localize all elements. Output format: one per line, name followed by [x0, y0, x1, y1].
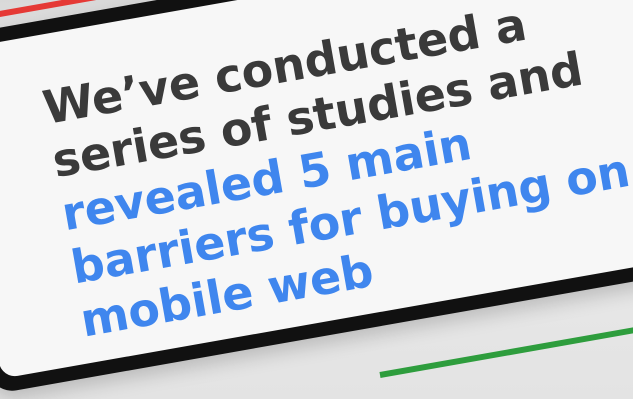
phone-frame: We’ve conducted a series of studies and …: [0, 0, 633, 395]
headline-message: We’ve conducted a series of studies and …: [39, 0, 633, 348]
bottom-green-accent-line: [379, 316, 633, 378]
scene: We’ve conducted a series of studies and …: [0, 0, 633, 399]
phone-screen: We’ve conducted a series of studies and …: [0, 0, 633, 379]
